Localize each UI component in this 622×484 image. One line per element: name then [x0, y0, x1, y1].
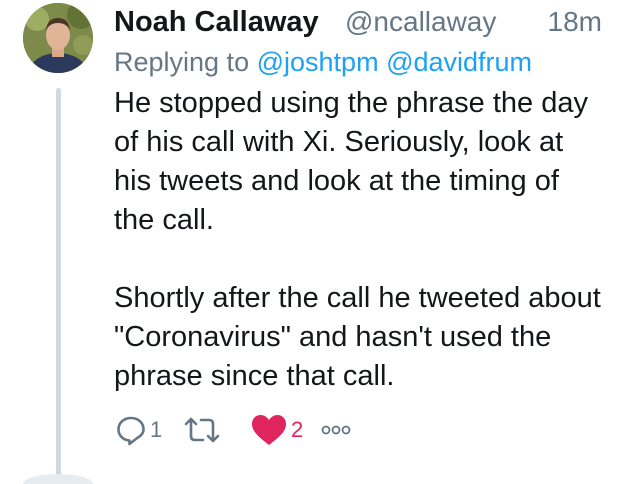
- replying-label: Replying to: [114, 47, 250, 77]
- tweet-paragraph: Shortly after the call he tweeted about …: [114, 282, 601, 392]
- retweet-button[interactable]: [180, 412, 227, 448]
- avatar[interactable]: [23, 3, 93, 73]
- tweet-body: He stopped using the phrase the day of h…: [114, 84, 604, 396]
- reply-count: 1: [150, 417, 163, 442]
- reply-icon: [117, 416, 145, 446]
- tweet-header: Noah Callaway @ncallaway 18m: [114, 4, 602, 44]
- tweet[interactable]: Noah Callaway @ncallaway 18m Replying to…: [0, 0, 622, 484]
- tweet-paragraph: He stopped using the phrase the day of h…: [114, 87, 588, 236]
- thread-line: [56, 88, 61, 484]
- action-bar: 1 2: [115, 412, 415, 448]
- more-icon: [321, 425, 351, 435]
- next-avatar: [23, 474, 93, 484]
- reply-button[interactable]: 1: [115, 412, 162, 448]
- timestamp[interactable]: 18m: [548, 4, 602, 40]
- display-name[interactable]: Noah Callaway: [114, 4, 319, 40]
- retweet-icon: [184, 417, 220, 443]
- avatar-photo: [23, 3, 93, 73]
- like-button[interactable]: 2: [250, 412, 303, 448]
- user-handle[interactable]: @ncallaway: [345, 4, 496, 40]
- reply-mention-link[interactable]: @joshtpm: [257, 47, 379, 77]
- more-button[interactable]: [321, 412, 351, 448]
- like-count: 2: [291, 417, 304, 442]
- replying-to: Replying to @joshtpm @davidfrum: [114, 45, 532, 79]
- reply-mention-link[interactable]: @davidfrum: [386, 47, 532, 77]
- heart-icon: [252, 415, 286, 445]
